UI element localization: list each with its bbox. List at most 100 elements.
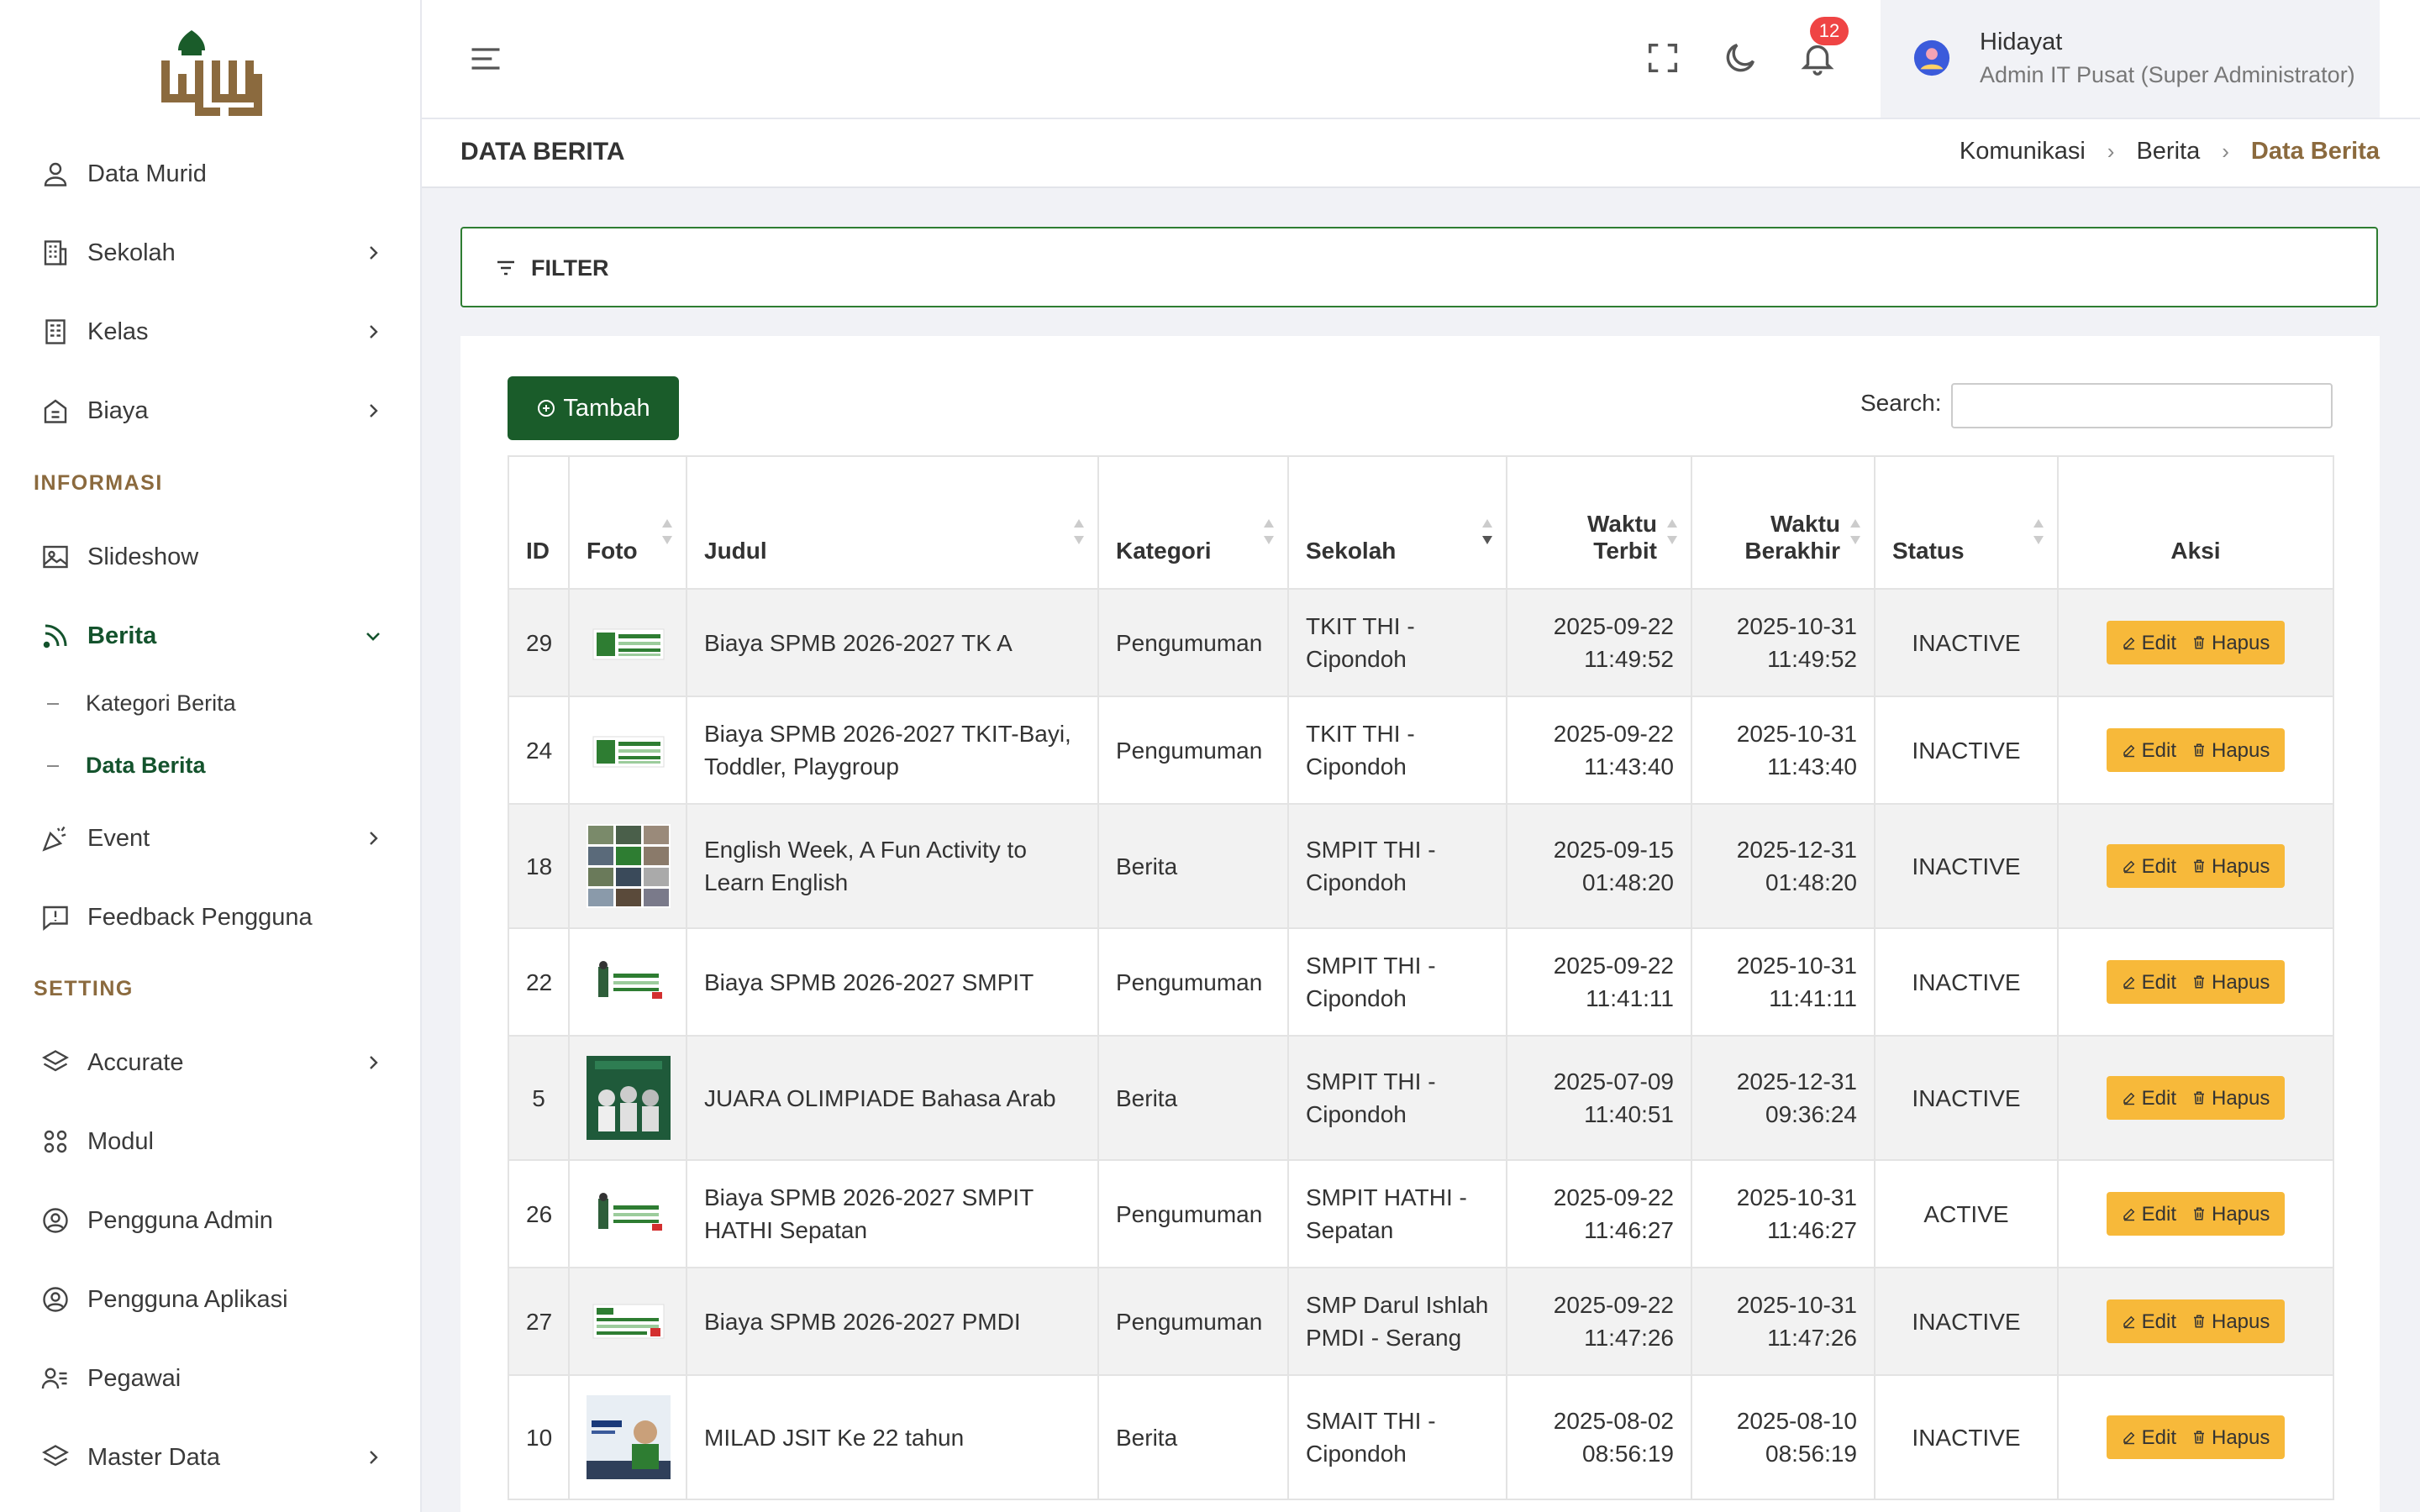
cell-aksi: Edit Hapus: [2057, 1267, 2334, 1376]
sidebar-item-sekolah[interactable]: Sekolah: [0, 219, 420, 286]
cell-status: INACTIVE: [1874, 1035, 2059, 1161]
delete-button[interactable]: Hapus: [2191, 627, 2270, 659]
sidebar-item-label: Pegawai: [87, 1364, 182, 1392]
cell-waktu-terbit: 2025-09-22 11:47:26: [1506, 1267, 1692, 1376]
trash-icon: [2193, 1091, 2204, 1105]
chevron-right-icon: [370, 832, 378, 845]
breadcrumb: Komunikasi › Berita › Data Berita: [1960, 138, 2380, 165]
cell-foto: [568, 588, 687, 697]
cell-sekolah: SMAIT THI - Cipondoh: [1287, 1374, 1507, 1500]
chevron-right-icon: ›: [2222, 139, 2229, 164]
edit-button[interactable]: Edit: [2122, 1198, 2176, 1231]
sidebar-item-label: Pengguna Aplikasi: [87, 1285, 288, 1313]
user-menu[interactable]: Hidayat Admin IT Pusat (Super Administra…: [1881, 0, 2380, 118]
delete-button[interactable]: Hapus: [2191, 850, 2270, 883]
chevron-right-icon: ›: [2107, 139, 2115, 164]
delete-button[interactable]: Hapus: [2191, 1421, 2270, 1454]
action-group: Edit Hapus: [2106, 1299, 2286, 1343]
dash-icon: [47, 764, 59, 767]
breadcrumb-berita[interactable]: Berita: [2136, 138, 2200, 165]
delete-button[interactable]: Hapus: [2191, 734, 2270, 767]
table-row: 10 MILAD JSIT Ke 22 tahun Berita SMAIT THI …: [508, 1374, 2334, 1500]
cell-id: 10: [508, 1374, 570, 1500]
col-header-waktu-berakhir[interactable]: Waktu Berakhir: [1691, 455, 1876, 590]
delete-button[interactable]: Hapus: [2191, 966, 2270, 999]
trash-icon: [2193, 636, 2204, 649]
sidebar-subitem-kategori-berita[interactable]: Kategori Berita: [47, 690, 236, 717]
sidebar-item-biaya[interactable]: Biaya: [0, 377, 420, 444]
dark-mode-moon-icon[interactable]: [1721, 39, 1760, 77]
building-icon: [39, 236, 72, 270]
menu-toggle-icon[interactable]: [467, 40, 504, 77]
col-header-sekolah[interactable]: Sekolah: [1287, 455, 1507, 590]
sidebar-item-pengguna-aplikasi[interactable]: Pengguna Aplikasi: [0, 1266, 420, 1333]
sidebar-item-berita[interactable]: Berita: [0, 602, 420, 669]
edit-button[interactable]: Edit: [2122, 1305, 2176, 1338]
sidebar-item-slideshow[interactable]: Slideshow: [0, 523, 420, 591]
cell-foto: [568, 696, 687, 805]
col-header-waktu-terbit[interactable]: Waktu Terbit: [1506, 455, 1692, 590]
sidebar-item-master-data[interactable]: Master Data: [0, 1424, 420, 1491]
fullscreen-icon[interactable]: [1644, 39, 1682, 77]
news-thumbnail: [587, 1056, 671, 1140]
status-badge: INACTIVE: [1912, 853, 2021, 879]
cell-kategori: Berita: [1097, 803, 1289, 929]
edit-button[interactable]: Edit: [2122, 1421, 2176, 1454]
filter-panel[interactable]: FILTER: [460, 227, 2378, 307]
cell-kategori: Berita: [1097, 1374, 1289, 1500]
table-row: 26 Biaya SPMB 2026-2027 SMPIT HATHI Sepat…: [508, 1159, 2334, 1268]
edit-button[interactable]: Edit: [2122, 734, 2176, 767]
cell-judul: Biaya SPMB 2026-2027 PMDI: [686, 1267, 1099, 1376]
sidebar-item-modul[interactable]: Modul: [0, 1108, 420, 1175]
sidebar-item-label: Data Murid: [87, 160, 207, 187]
cell-kategori: Berita: [1097, 1035, 1289, 1161]
filter-label: FILTER: [531, 255, 609, 281]
delete-button[interactable]: Hapus: [2191, 1082, 2270, 1115]
sidebar-item-kelas[interactable]: Kelas: [0, 298, 420, 365]
data-card: Tambah Search: ID Foto Judul Kategori Se…: [460, 336, 2380, 1512]
add-button[interactable]: Tambah: [508, 376, 679, 440]
edit-button[interactable]: Edit: [2122, 627, 2176, 659]
status-badge: ACTIVE: [1923, 1200, 2009, 1227]
page-header: DATA BERITA Komunikasi › Berita › Data B…: [422, 119, 2420, 188]
col-header-judul[interactable]: Judul: [686, 455, 1099, 590]
cell-sekolah: SMPIT THI - Cipondoh: [1287, 927, 1507, 1037]
sidebar-subitem-data-berita[interactable]: Data Berita: [47, 753, 206, 779]
sidebar-item-pengguna-admin[interactable]: Pengguna Admin: [0, 1187, 420, 1254]
cell-status: INACTIVE: [1874, 927, 2059, 1037]
breadcrumb-current: Data Berita: [2250, 138, 2380, 165]
edit-button[interactable]: Edit: [2122, 966, 2176, 999]
chevron-right-icon: [370, 404, 378, 417]
sort-icon: [2033, 519, 2044, 544]
edit-icon: [2123, 1431, 2134, 1445]
cell-waktu-terbit: 2025-07-09 11:40:51: [1506, 1035, 1692, 1161]
sidebar-item-label: Modul: [87, 1127, 154, 1155]
news-thumbnail: [592, 1304, 665, 1339]
sidebar-item-feedback-pengguna[interactable]: Feedback Pengguna: [0, 884, 420, 951]
delete-button[interactable]: Hapus: [2191, 1198, 2270, 1231]
sidebar-item-event[interactable]: Event: [0, 805, 420, 872]
col-header-kategori[interactable]: Kategori: [1097, 455, 1289, 590]
edit-button[interactable]: Edit: [2122, 850, 2176, 883]
cell-judul: English Week, A Fun Activity to Learn En…: [686, 803, 1099, 929]
col-header-id[interactable]: ID: [508, 455, 570, 590]
search-input[interactable]: [1951, 383, 2333, 428]
edit-icon: [2123, 744, 2134, 758]
sidebar-item-data-murid[interactable]: Data Murid: [0, 140, 420, 207]
feedback-icon: [39, 900, 72, 934]
rss-icon: [39, 619, 72, 653]
sidebar-subitem-label: Data Berita: [86, 753, 206, 778]
delete-button[interactable]: Hapus: [2191, 1305, 2270, 1338]
col-header-status[interactable]: Status: [1874, 455, 2059, 590]
action-group: Edit Hapus: [2106, 621, 2286, 664]
cell-aksi: Edit Hapus: [2057, 696, 2334, 805]
sidebar-item-pegawai[interactable]: Pegawai: [0, 1345, 420, 1412]
cell-aksi: Edit Hapus: [2057, 1035, 2334, 1161]
col-header-foto[interactable]: Foto: [568, 455, 687, 590]
sidebar-item-accurate[interactable]: Accurate: [0, 1029, 420, 1096]
user-icon: [39, 157, 72, 191]
breadcrumb-komunikasi[interactable]: Komunikasi: [1960, 138, 2086, 165]
cell-sekolah: SMPIT THI - Cipondoh: [1287, 803, 1507, 929]
edit-button[interactable]: Edit: [2122, 1082, 2176, 1115]
sidebar-item-label: Sekolah: [87, 239, 176, 266]
